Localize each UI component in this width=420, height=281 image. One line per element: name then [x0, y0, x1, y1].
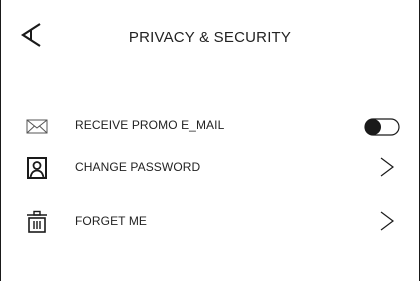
forget-me-label: FORGET ME: [75, 214, 148, 228]
setting-row-promo-email: RECEIVE PROMO E_MAIL: [1, 106, 419, 146]
change-password-label: CHANGE PASSWORD: [75, 160, 201, 174]
trash-icon: [27, 210, 47, 233]
chevron-right-icon: [380, 157, 394, 177]
promo-email-toggle[interactable]: [364, 118, 400, 136]
chevron-right-icon: [380, 211, 394, 231]
user-lock-icon: [27, 157, 47, 179]
setting-row-forget-me[interactable]: FORGET ME: [1, 202, 419, 242]
page-title: PRIVACY & SECURITY: [128, 29, 292, 46]
privacy-security-screen: PRIVACY & SECURITY RECEIVE PROMO E_MAIL …: [0, 0, 420, 281]
setting-row-change-password[interactable]: CHANGE PASSWORD: [1, 148, 419, 188]
envelope-icon: [26, 119, 48, 134]
promo-email-label: RECEIVE PROMO E_MAIL: [75, 118, 225, 132]
